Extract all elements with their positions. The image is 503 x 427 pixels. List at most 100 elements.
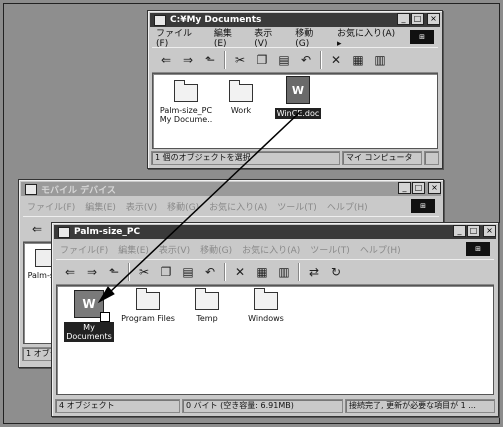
toolbar-separator	[224, 51, 226, 69]
window-titlebar[interactable]: Palm-size_PC	[54, 225, 496, 239]
list-item[interactable]: Windows	[241, 288, 291, 323]
folder-icon	[154, 14, 166, 26]
maximize-button[interactable]: □	[467, 225, 480, 237]
menu-go[interactable]: 移動(G)	[200, 243, 232, 256]
copy-icon[interactable]: ❐	[254, 52, 270, 68]
status-selection: 1 個のオブジェクトを選択	[151, 151, 340, 165]
menu-go[interactable]: 移動(G)	[295, 26, 327, 49]
paste-icon[interactable]: ▤	[276, 52, 292, 68]
item-label: WinCE.doc	[274, 108, 322, 119]
windows-logo: ⊞	[466, 242, 490, 256]
cut-icon[interactable]: ✂	[136, 264, 152, 280]
views-icon[interactable]: ▥	[372, 52, 388, 68]
menu-tools[interactable]: ツール(T)	[310, 243, 350, 256]
menu-bar: ファイル(F) 編集(E) 表示(V) 移動(G) お気に入り(A) ツール(T…	[23, 198, 403, 214]
menu-view[interactable]: 表示(V)	[126, 200, 157, 213]
menu-go[interactable]: 移動(G)	[167, 200, 199, 213]
status-free-space: 0 バイト (空き容量: 6.91MB)	[182, 399, 343, 413]
palm-device-icon	[58, 226, 70, 238]
menu-edit[interactable]: 編集(E)	[118, 243, 149, 256]
maximize-button[interactable]: □	[412, 182, 425, 194]
item-label: Palm-size_PC My Docume..	[159, 106, 213, 124]
window-title: モバイル デバイス	[41, 185, 116, 196]
properties-icon[interactable]: ▦	[254, 264, 270, 280]
status-bar: 4 オブジェクト 0 バイト (空き容量: 6.91MB) 接続完了, 更新が必…	[55, 399, 495, 413]
window-title: C:¥My Documents	[170, 15, 262, 25]
menu-favorites[interactable]: お気に入り(A)	[209, 200, 267, 213]
menu-file[interactable]: ファイル(F)	[156, 26, 204, 49]
toolbar-separator	[320, 51, 322, 69]
folder-icon	[195, 288, 219, 310]
toolbar: ⇐ ⇒ ⬑ ✂ ❐ ▤ ↶ ✕ ▦ ▥	[152, 47, 438, 73]
toolbar-separator	[224, 263, 226, 281]
list-item-selected[interactable]: W My Documents	[61, 290, 117, 342]
list-item-selected[interactable]: W WinCE.doc	[271, 76, 325, 119]
folder-icon	[174, 80, 198, 102]
item-label: My Documents	[64, 322, 114, 342]
menu-help[interactable]: ヘルプ(H)	[327, 200, 368, 213]
menu-favorites[interactable]: お気に入り(A) ▸	[337, 26, 402, 49]
forward-icon[interactable]: ⇒	[84, 264, 100, 280]
back-icon[interactable]: ⇐	[29, 221, 45, 237]
item-label: Work	[230, 106, 252, 115]
minimize-button[interactable]: _	[398, 182, 411, 194]
folder-icon	[136, 288, 160, 310]
word-document-icon: W	[286, 76, 310, 104]
sync-icon[interactable]: ⇄	[306, 264, 322, 280]
resize-grip-icon[interactable]	[424, 151, 439, 165]
window-titlebar[interactable]: モバイル デバイス	[21, 182, 441, 196]
status-count: 4 オブジェクト	[55, 399, 180, 413]
menu-tools[interactable]: ツール(T)	[277, 200, 317, 213]
copy-icon[interactable]: ❐	[158, 264, 174, 280]
up-folder-icon[interactable]: ⬑	[106, 264, 122, 280]
menu-bar: ファイル(F) 編集(E) 表示(V) 移動(G) お気に入り(A) ▸	[152, 29, 402, 49]
views-icon[interactable]: ▥	[276, 264, 292, 280]
folder-icon	[229, 80, 253, 102]
file-list: W My Documents Program Files Temp Window…	[56, 285, 494, 395]
menu-view[interactable]: 表示(V)	[254, 26, 285, 49]
menu-file[interactable]: ファイル(F)	[60, 243, 108, 256]
minimize-button[interactable]: _	[453, 225, 466, 237]
list-item[interactable]: Temp	[187, 288, 227, 323]
convert-icon[interactable]: ↻	[328, 264, 344, 280]
shortcut-overlay-icon	[100, 312, 110, 322]
list-item[interactable]: Work	[221, 80, 261, 115]
menu-favorites[interactable]: お気に入り(A)	[242, 243, 300, 256]
toolbar-separator	[298, 263, 300, 281]
close-button[interactable]: ×	[427, 13, 440, 25]
menu-bar: ファイル(F) 編集(E) 表示(V) 移動(G) お気に入り(A) ツール(T…	[56, 241, 458, 257]
window-controls: _ □ ×	[398, 182, 441, 194]
forward-icon[interactable]: ⇒	[180, 52, 196, 68]
back-icon[interactable]: ⇐	[158, 52, 174, 68]
item-label: Temp	[196, 314, 218, 323]
menu-edit[interactable]: 編集(E)	[85, 200, 116, 213]
windows-logo: ⊞	[411, 199, 435, 213]
paste-icon[interactable]: ▤	[180, 264, 196, 280]
my-documents-folder-icon: W	[74, 290, 110, 322]
delete-icon[interactable]: ✕	[232, 264, 248, 280]
window-title: Palm-size_PC	[74, 227, 141, 237]
window-controls: _ □ ×	[453, 225, 496, 237]
status-bar: 1 個のオブジェクトを選択 マイ コンピュータ	[151, 151, 439, 165]
cut-icon[interactable]: ✂	[232, 52, 248, 68]
menu-view[interactable]: 表示(V)	[159, 243, 190, 256]
list-item[interactable]: Program Files	[117, 288, 179, 323]
toolbar-separator	[128, 263, 130, 281]
delete-icon[interactable]: ✕	[328, 52, 344, 68]
undo-icon[interactable]: ↶	[202, 264, 218, 280]
up-folder-icon[interactable]: ⬑	[202, 52, 218, 68]
maximize-button[interactable]: □	[411, 13, 424, 25]
menu-help[interactable]: ヘルプ(H)	[360, 243, 401, 256]
toolbar: ⇐ ⇒ ⬑ ✂ ❐ ▤ ↶ ✕ ▦ ▥ ⇄ ↻	[56, 259, 494, 285]
explorer-window-my-documents: C:¥My Documents _ □ × ファイル(F) 編集(E) 表示(V…	[147, 10, 443, 169]
back-icon[interactable]: ⇐	[62, 264, 78, 280]
properties-icon[interactable]: ▦	[350, 52, 366, 68]
close-button[interactable]: ×	[483, 225, 496, 237]
menu-edit[interactable]: 編集(E)	[214, 26, 244, 49]
undo-icon[interactable]: ↶	[298, 52, 314, 68]
close-button[interactable]: ×	[428, 182, 441, 194]
menu-file[interactable]: ファイル(F)	[27, 200, 75, 213]
status-sync: 接続完了, 更新が必要な項目が 1 ...	[345, 399, 495, 413]
minimize-button[interactable]: _	[397, 13, 410, 25]
list-item[interactable]: Palm-size_PC My Docume..	[159, 80, 213, 124]
